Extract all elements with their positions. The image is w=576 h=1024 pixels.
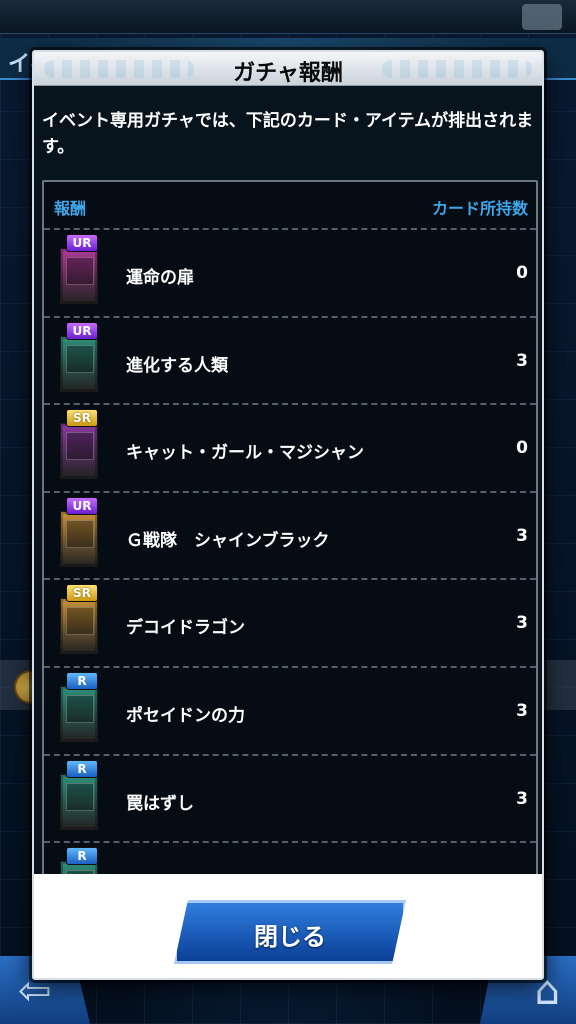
card-name: キャット・ガール・マジシャン (126, 443, 364, 464)
gacha-reward-dialog: ガチャ報酬 イベント専用ガチャでは、下記のカード・アイテムが排出されます。 報酬… (32, 50, 544, 980)
owned-count: 3 (516, 525, 528, 546)
rarity-badge: UR (66, 496, 98, 515)
offline-icon (522, 4, 562, 30)
owned-count: 3 (516, 788, 528, 809)
card-image[interactable] (60, 510, 98, 567)
reward-row[interactable]: R ポセイドンの力 3 (44, 665, 536, 754)
card-name: デコイドラゴン (126, 618, 245, 639)
rarity-badge: SR (66, 409, 98, 428)
rarity-badge: UR (66, 234, 98, 252)
card-name: 運命の扉 (126, 268, 194, 288)
dialog-title: ガチャ報酬 (233, 61, 343, 86)
rarity-badge: SR (66, 584, 98, 603)
reward-row[interactable]: UR Ｇ戦隊 シャインブラック 3 (44, 490, 536, 579)
reward-list[interactable]: 報酬 カード所持数 UR 運命の扉 0 UR 進化する人類 3 SR キャット・ガール・マジシ… (42, 180, 538, 922)
reward-rows: UR 運命の扉 0 UR 進化する人類 3 SR キャット・ガール・マジシャン 0 UR Ｇ戦隊 シ… (44, 228, 536, 920)
card-image[interactable] (60, 773, 98, 830)
rarity-badge: R (66, 671, 98, 690)
card-image[interactable] (60, 248, 98, 304)
reward-list-header: 報酬 カード所持数 (44, 182, 536, 228)
dialog-title-bar: ガチャ報酬 (34, 52, 542, 86)
card-name: 罠はずし (126, 793, 194, 814)
rarity-badge: R (66, 759, 98, 778)
card-name: ポセイドンの力 (126, 705, 245, 726)
close-button-label: 閉じる (254, 923, 326, 951)
card-name: Ｇ戦隊 シャインブラック (126, 530, 330, 551)
dialog-description: イベント専用ガチャでは、下記のカード・アイテムが排出されます。 (42, 111, 534, 157)
status-bar (0, 0, 576, 34)
reward-row[interactable]: UR 進化する人類 3 (44, 315, 536, 404)
rarity-badge: R (66, 847, 98, 866)
rarity-badge: UR (66, 321, 98, 340)
reward-column-header: 報酬 (54, 199, 87, 218)
reward-row[interactable]: R 罠はずし 3 (44, 753, 536, 842)
owned-count-column-header: カード所持数 (431, 199, 528, 218)
owned-count: 0 (516, 438, 528, 459)
reward-row[interactable]: SR デコイドラゴン 3 (44, 578, 536, 666)
card-image[interactable] (60, 598, 98, 655)
owned-count: 3 (516, 350, 528, 371)
close-button[interactable]: 閉じる (174, 900, 406, 964)
owned-count: 3 (516, 613, 528, 634)
card-image[interactable] (60, 335, 98, 392)
reward-row[interactable]: SR キャット・ガール・マジシャン 0 (44, 403, 536, 491)
card-name: 進化する人類 (126, 355, 228, 376)
card-image[interactable] (60, 685, 98, 742)
owned-count: 3 (516, 700, 528, 721)
reward-row[interactable]: UR 運命の扉 0 (44, 228, 536, 316)
card-image[interactable] (60, 423, 98, 480)
owned-count: 0 (516, 263, 528, 283)
